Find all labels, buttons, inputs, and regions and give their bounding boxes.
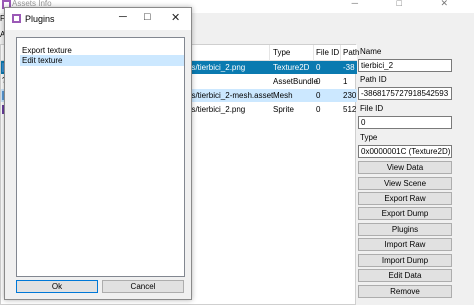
import-raw-button[interactable]: Import Raw <box>358 238 452 251</box>
export-dump-button[interactable]: Export Dump <box>358 207 452 220</box>
cell-type: AssetBundle <box>273 77 318 86</box>
plugin-list[interactable]: Export texture Edit texture <box>16 37 185 277</box>
cell-path: -38 <box>343 63 355 72</box>
column-file-id[interactable]: File ID <box>316 48 339 57</box>
view-scene-button[interactable]: View Scene <box>358 177 452 190</box>
type-label: Type <box>360 133 378 142</box>
path-id-label: Path ID <box>360 75 387 84</box>
cell-name: gs/tierbici_2-mesh.asset <box>187 91 274 100</box>
cell-path: 1 <box>343 77 348 86</box>
cell-type: Sprite <box>273 105 294 114</box>
panel-scrollbar[interactable] <box>458 44 474 305</box>
maximize-icon[interactable]: □ <box>144 11 151 23</box>
column-separator[interactable] <box>269 45 270 61</box>
column-type[interactable]: Type <box>273 48 290 57</box>
cell-type: Mesh <box>273 91 293 100</box>
ok-button[interactable]: Ok <box>16 280 98 293</box>
column-separator[interactable] <box>340 45 341 61</box>
cell-file-id: 0 <box>316 63 321 72</box>
column-separator[interactable] <box>313 45 314 61</box>
cell-file-id: 0 <box>316 105 321 114</box>
view-data-button[interactable]: View Data <box>358 161 452 174</box>
app-icon <box>12 14 21 23</box>
cell-file-id: 0 <box>316 91 321 100</box>
plugins-button[interactable]: Plugins <box>358 223 452 236</box>
main-window-controls[interactable]: ─ □ ✕ <box>352 0 466 9</box>
list-item[interactable]: Edit texture <box>20 55 184 66</box>
cell-file-id: 0 <box>316 77 321 86</box>
plugins-dialog: Plugins ─ □ ✕ Export texture Edit textur… <box>4 7 192 300</box>
cell-name: gs/tierbici_2.png <box>187 105 246 114</box>
edit-data-button[interactable]: Edit Data <box>358 269 452 282</box>
type-field[interactable]: 0x0000001C (Texture2D) <box>358 145 452 158</box>
cell-name: gs/tierbici_2.png <box>187 63 246 72</box>
import-dump-button[interactable]: Import Dump <box>358 254 452 267</box>
cell-path: 230 <box>343 91 357 100</box>
name-field[interactable]: tierbici_2 <box>358 59 452 72</box>
column-path[interactable]: Path <box>343 48 359 57</box>
dialog-title: Plugins <box>25 14 55 24</box>
file-id-field[interactable]: 0 <box>358 116 452 129</box>
file-id-label: File ID <box>360 104 384 113</box>
path-id-field[interactable]: -3868175727918542593 <box>358 87 452 100</box>
cell-type: Texture2D <box>273 63 310 72</box>
export-raw-button[interactable]: Export Raw <box>358 192 452 205</box>
cancel-button[interactable]: Cancel <box>102 280 184 293</box>
name-label: Name <box>360 47 382 56</box>
cell-path: 512 <box>343 105 357 114</box>
remove-button[interactable]: Remove <box>358 285 452 298</box>
dialog-title-bar[interactable]: Plugins ─ □ ✕ <box>5 8 191 30</box>
minimize-icon[interactable]: ─ <box>119 11 127 23</box>
close-icon[interactable]: ✕ <box>171 11 180 24</box>
